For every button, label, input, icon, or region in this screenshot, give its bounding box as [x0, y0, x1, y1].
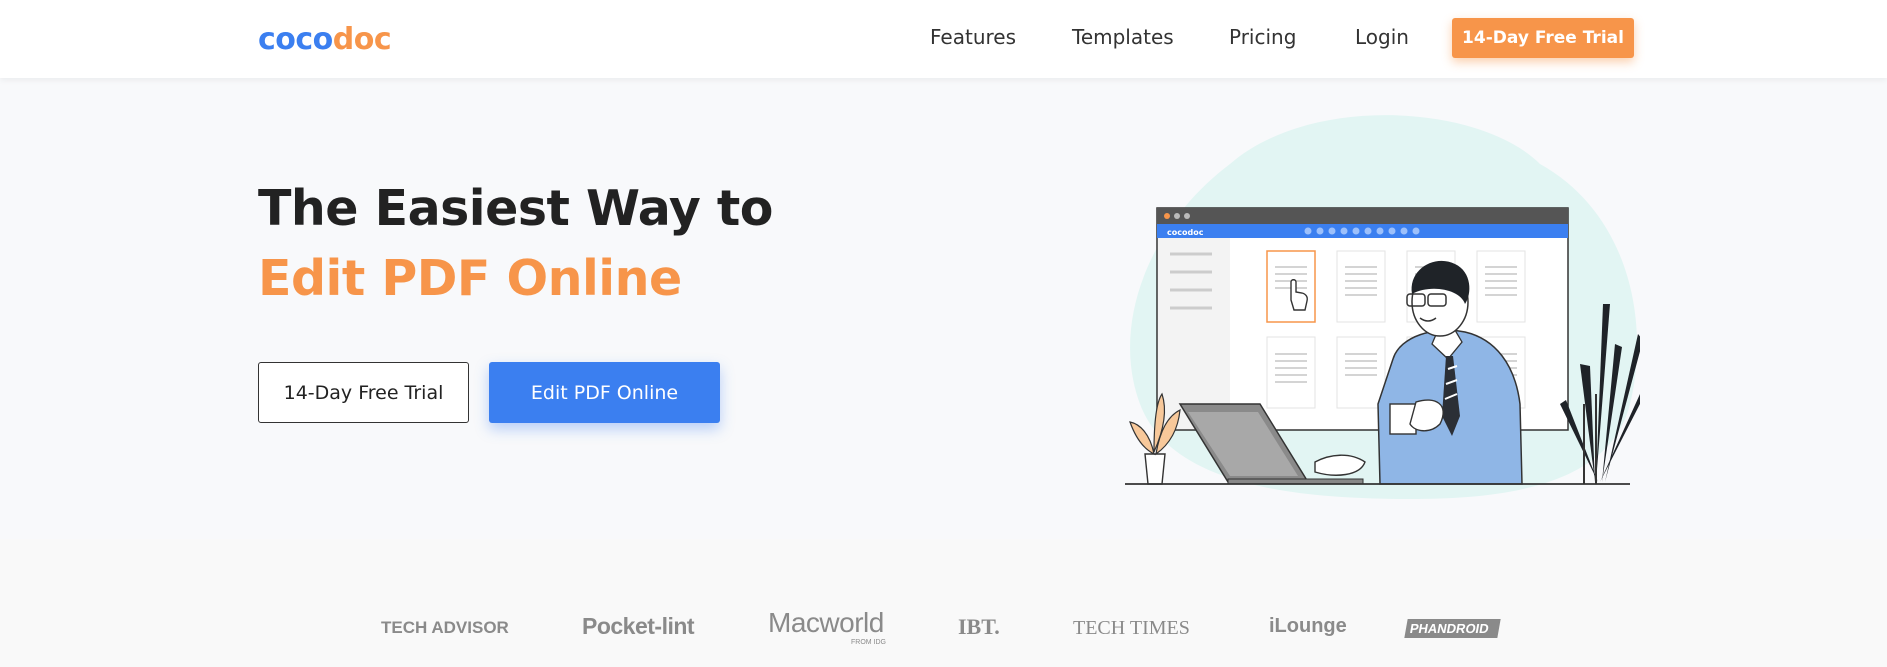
site-header: cocodoc Features Templates Pricing Login…	[0, 0, 1887, 78]
edit-pdf-online-button[interactable]: Edit PDF Online	[489, 362, 720, 423]
nav-login[interactable]: Login	[1355, 25, 1409, 49]
nav-pricing[interactable]: Pricing	[1229, 25, 1296, 49]
hero-title-line2: Edit PDF Online	[258, 250, 682, 307]
cocodoc-logo[interactable]: cocodoc	[258, 22, 392, 57]
hero-section: The Easiest Way to Edit PDF Online 14-Da…	[0, 78, 1887, 539]
free-trial-button[interactable]: 14-Day Free Trial	[258, 362, 469, 423]
illustration-app-label: cocodoc	[1167, 228, 1204, 237]
press-logo-ibt: IBT.	[958, 614, 1000, 639]
logo-part-doc: doc	[332, 22, 392, 57]
press-logo-ilounge: iLounge	[1269, 615, 1347, 637]
header-free-trial-button[interactable]: 14-Day Free Trial	[1452, 18, 1634, 58]
press-logo-tech-advisor: TECH ADVISOR	[381, 618, 509, 637]
press-logo-pocket-lint: Pocket-lint	[582, 613, 695, 639]
press-logo-macworld: Macworld	[768, 607, 884, 638]
press-logo-tech-times: TECH TIMES	[1073, 617, 1190, 639]
nav-features[interactable]: Features	[930, 25, 1016, 49]
press-logo-macworld-sub: FROM IDG	[851, 639, 886, 646]
hero-illustration: cocodoc	[1125, 115, 1640, 499]
logo-part-coco: coco	[258, 22, 333, 57]
press-logos-strip: TECH ADVISOR Pocket-lint Macworld FROM I…	[0, 539, 1887, 667]
nav-templates[interactable]: Templates	[1072, 25, 1174, 49]
hero-title-line1: The Easiest Way to	[258, 180, 773, 237]
press-logo-phandroid: PHANDROID	[1404, 619, 1501, 638]
